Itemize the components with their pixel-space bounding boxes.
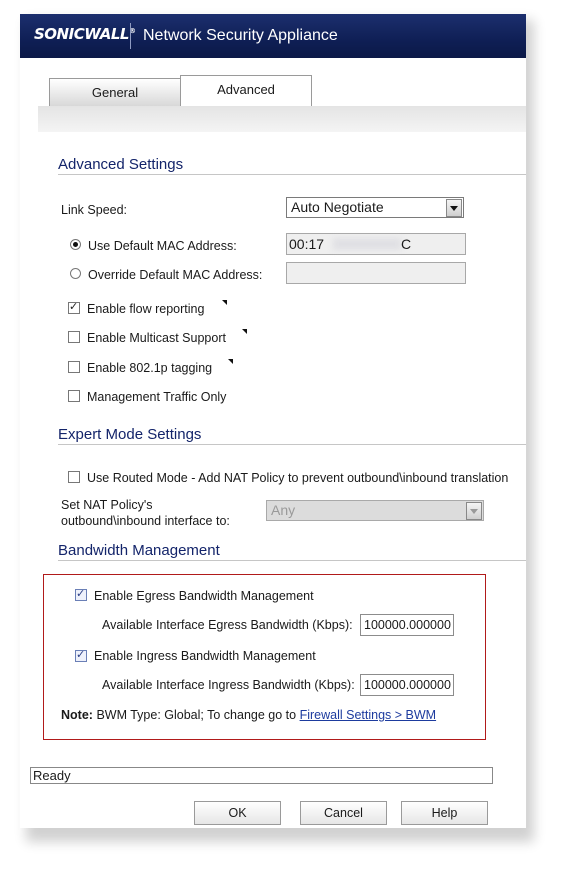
info-triangle-icon (222, 300, 227, 305)
bwm-note: Note: BWM Type: Global; To change go to … (61, 708, 436, 722)
tab-strip-background (38, 106, 526, 132)
override-mac-radio[interactable] (70, 268, 81, 279)
override-mac-label: Override Default MAC Address: (88, 268, 263, 282)
sonicwall-logo: SONICWALL® (34, 25, 136, 43)
link-speed-value: Auto Negotiate (291, 199, 384, 215)
status-bar: Ready (30, 767, 493, 784)
tab-bar: General Advanced (20, 58, 526, 138)
chevron-down-icon[interactable] (446, 199, 462, 217)
routed-mode-label: Use Routed Mode - Add NAT Policy to prev… (87, 471, 509, 485)
multicast-label: Enable Multicast Support (87, 331, 226, 345)
egress-bw-input[interactable]: 100000.000000 (360, 614, 454, 636)
section-divider (58, 560, 526, 561)
use-default-mac-label: Use Default MAC Address: (88, 239, 237, 253)
flow-reporting-checkbox[interactable] (68, 300, 80, 314)
chevron-down-icon[interactable] (466, 502, 482, 520)
ingress-bw-label: Available Interface Ingress Bandwidth (K… (102, 678, 355, 692)
flow-reporting-label: Enable flow reporting (87, 302, 205, 316)
egress-bwm-label: Enable Egress Bandwidth Management (94, 589, 314, 603)
use-default-mac-radio[interactable] (70, 239, 81, 250)
note-label: Note: (61, 708, 93, 722)
nat-policy-select[interactable]: Any (266, 500, 484, 521)
default-mac-field: 00:17 C (286, 233, 466, 255)
nat-policy-label-line1: Set NAT Policy's (61, 498, 153, 512)
status-text: Ready (33, 768, 71, 783)
default-mac-value-end: C (401, 236, 412, 252)
dialog-window: SONICWALL® Network Security Appliance Ge… (20, 14, 526, 828)
ingress-bwm-label: Enable Ingress Bandwidth Management (94, 649, 316, 663)
note-text: BWM Type: Global; To change go to (96, 708, 297, 722)
mgmt-traffic-label: Management Traffic Only (87, 390, 227, 404)
tab-advanced[interactable]: Advanced (180, 75, 312, 106)
firewall-bwm-link[interactable]: Firewall Settings > BWM (300, 708, 437, 722)
mgmt-traffic-checkbox[interactable] (68, 390, 80, 402)
ok-button[interactable]: OK (194, 801, 281, 825)
link-speed-label: Link Speed: (61, 203, 128, 217)
tagging-checkbox[interactable] (68, 361, 80, 373)
help-button[interactable]: Help (401, 801, 488, 825)
nat-policy-label-line2: outbound\inbound interface to: (61, 514, 230, 528)
default-mac-value-start: 00:17 (289, 236, 325, 252)
nat-policy-value: Any (271, 502, 296, 518)
link-speed-select[interactable]: Auto Negotiate (286, 197, 464, 218)
routed-mode-checkbox[interactable] (68, 471, 80, 483)
ingress-bw-input[interactable]: 100000.000000 (360, 674, 454, 696)
section-divider (58, 174, 526, 175)
redacted-mac-segment (333, 238, 401, 250)
section-divider (58, 444, 526, 445)
cancel-button[interactable]: Cancel (300, 801, 387, 825)
app-title: Network Security Appliance (143, 27, 338, 44)
tab-general[interactable]: General (49, 78, 181, 106)
egress-bw-value: 100000.000000 (364, 618, 451, 632)
bandwidth-title: Bandwidth Management (58, 542, 220, 559)
egress-bw-label: Available Interface Egress Bandwidth (Kb… (102, 618, 353, 632)
egress-bwm-checkbox[interactable] (75, 587, 87, 601)
multicast-checkbox[interactable] (68, 331, 80, 343)
header-divider (130, 23, 131, 49)
advanced-settings-title: Advanced Settings (58, 156, 184, 173)
app-header: SONICWALL® Network Security Appliance (20, 14, 526, 58)
expert-mode-title: Expert Mode Settings (58, 426, 202, 443)
info-triangle-icon (242, 329, 247, 334)
ingress-bw-value: 100000.000000 (364, 678, 451, 692)
override-mac-input[interactable] (286, 262, 466, 284)
ingress-bwm-checkbox[interactable] (75, 648, 87, 662)
info-triangle-icon (228, 359, 233, 364)
tagging-label: Enable 802.1p tagging (87, 361, 213, 375)
